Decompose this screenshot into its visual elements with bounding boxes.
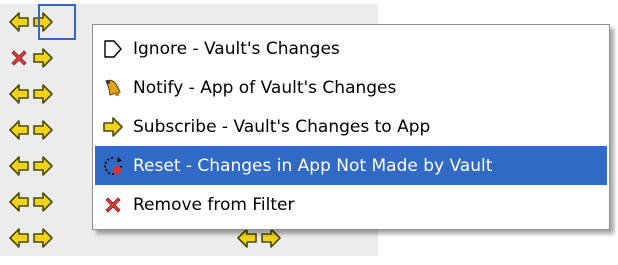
arrow-right-icon[interactable] — [32, 191, 54, 213]
row-2-icons — [8, 40, 54, 76]
arrow-right-icon — [101, 115, 125, 139]
menu-item-ignore[interactable]: Ignore - Vault's Changes — [95, 29, 607, 68]
red-x-icon[interactable] — [8, 47, 30, 69]
menu-item-reset[interactable]: Reset - Changes in App Not Made by Vault — [95, 146, 607, 185]
arrow-right-icon[interactable] — [260, 227, 282, 249]
arrow-left-icon[interactable] — [8, 83, 30, 105]
arrow-left-icon[interactable] — [8, 11, 30, 33]
red-x-icon — [101, 193, 125, 217]
menu-item-remove-label: Remove from Filter — [133, 194, 295, 215]
row-7-icons — [8, 220, 54, 256]
menu-item-subscribe[interactable]: Subscribe - Vault's Changes to App — [95, 107, 607, 146]
menu-item-reset-label: Reset - Changes in App Not Made by Vault — [133, 155, 493, 176]
arrow-left-icon[interactable] — [8, 119, 30, 141]
arrow-right-icon[interactable] — [32, 227, 54, 249]
arrow-left-icon[interactable] — [8, 155, 30, 177]
ignore-tag-icon — [101, 37, 125, 61]
menu-item-ignore-label: Ignore - Vault's Changes — [133, 38, 340, 59]
arrow-right-icon[interactable] — [32, 155, 54, 177]
row-5-icons — [8, 148, 54, 184]
selected-cell-outline — [38, 4, 76, 40]
menu-item-subscribe-label: Subscribe - Vault's Changes to App — [133, 116, 431, 137]
arrow-left-icon[interactable] — [8, 191, 30, 213]
row-6-icons — [8, 184, 54, 220]
menu-item-notify-label: Notify - App of Vault's Changes — [133, 77, 397, 98]
row-3-icons — [8, 76, 54, 112]
context-menu: Ignore - Vault's Changes Notify - App of… — [92, 24, 610, 230]
arrow-right-icon[interactable] — [32, 47, 54, 69]
bell-icon — [101, 76, 125, 100]
menu-item-remove[interactable]: Remove from Filter — [95, 185, 607, 224]
arrow-right-icon[interactable] — [32, 119, 54, 141]
menu-item-notify[interactable]: Notify - App of Vault's Changes — [95, 68, 607, 107]
arrow-right-icon[interactable] — [32, 83, 54, 105]
reset-icon — [101, 154, 125, 178]
arrow-left-icon[interactable] — [236, 227, 258, 249]
row-4-icons — [8, 112, 54, 148]
arrow-left-icon[interactable] — [8, 227, 30, 249]
